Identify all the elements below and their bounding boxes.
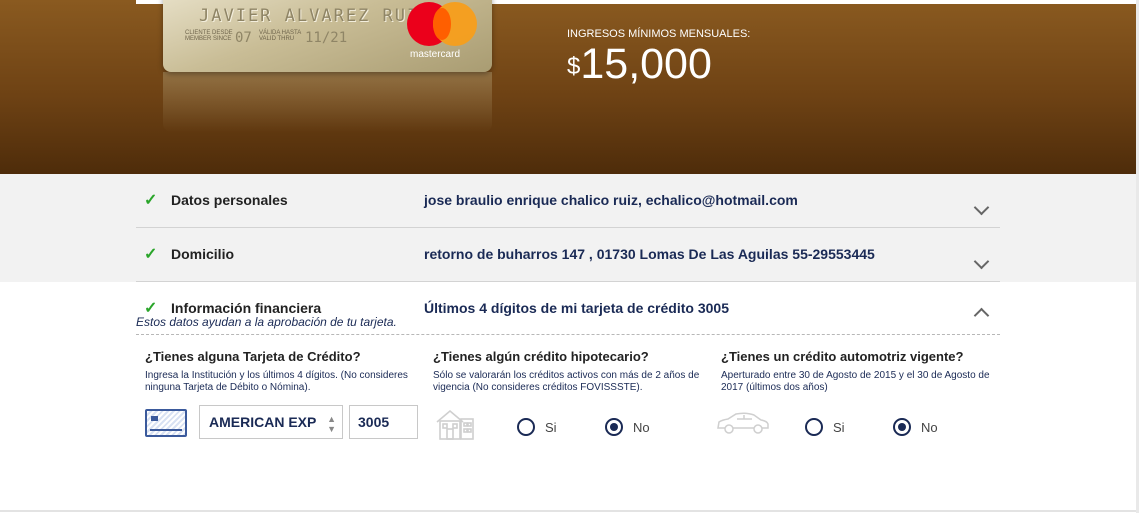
min-income-label: INGRESOS MÍNIMOS MENSUALES: xyxy=(567,28,751,40)
card-valid-thru-label: VÁLIDA HASTA VALID THRU xyxy=(259,30,301,42)
income-currency: $ xyxy=(567,53,581,80)
check-icon: ✓ xyxy=(144,246,158,263)
question-title: ¿Tienes alguna Tarjeta de Crédito? xyxy=(145,349,361,364)
credit-card-image: JAVIER ALVAREZ RUIZ CLIENTE DESDE MEMBER… xyxy=(163,0,492,72)
section-address[interactable]: ✓ Domicilio retorno de buharros 147 , 01… xyxy=(0,228,1139,282)
mortgage-no-label[interactable]: No xyxy=(633,420,650,435)
question-desc: Sólo se valorarán los créditos activos c… xyxy=(433,370,700,393)
card-valid-thru: 11/21 xyxy=(305,30,348,46)
credit-card-question: ¿Tienes alguna Tarjeta de Crédito? Ingre… xyxy=(145,349,415,394)
car-icon xyxy=(717,412,769,434)
section-title: Datos personales xyxy=(171,192,288,208)
question-title: ¿Tienes un crédito automotriz vigente? xyxy=(721,349,964,364)
card-last-digits-input[interactable] xyxy=(349,405,418,439)
section-title: Domicilio xyxy=(171,246,235,262)
check-icon: ✓ xyxy=(144,192,158,209)
question-desc: Ingresa la Institución y los últimos 4 d… xyxy=(145,370,408,393)
chevron-down-icon[interactable] xyxy=(973,253,990,270)
mortgage-question: ¿Tienes algún crédito hipotecario? Sólo … xyxy=(433,349,703,394)
section-title: Información financiera xyxy=(171,300,322,316)
section-address-inner: ✓ Domicilio retorno de buharros 147 , 01… xyxy=(136,228,1000,282)
question-title: ¿Tienes algún crédito hipotecario? xyxy=(433,349,649,364)
section-personal-data[interactable]: ✓ Datos personales jose braulio enrique … xyxy=(0,174,1139,228)
card-reflection xyxy=(163,72,492,132)
card-institution-select[interactable]: AMERICAN EXP ▲ ▼ xyxy=(199,405,343,439)
auto-no-label[interactable]: No xyxy=(921,420,938,435)
mastercard-logo: mastercard xyxy=(407,2,483,62)
card-member-since-label: CLIENTE DESDE MEMBER SINCE xyxy=(185,30,233,42)
mortgage-no-radio[interactable] xyxy=(605,418,623,436)
mortgage-yes-radio[interactable] xyxy=(517,418,535,436)
card-institution-value: AMERICAN EXP xyxy=(209,414,317,430)
section-personal-inner: ✓ Datos personales jose braulio enrique … xyxy=(136,174,1000,228)
section-value: jose braulio enrique chalico ruiz, echal… xyxy=(424,192,798,208)
chevron-down-icon[interactable] xyxy=(973,199,990,216)
section-financial: ✓ Información financiera Últimos 4 dígit… xyxy=(0,282,1139,512)
income-amount: 15,000 xyxy=(580,40,712,88)
auto-loan-question: ¿Tienes un crédito automotriz vigente? A… xyxy=(721,349,991,394)
mastercard-label: mastercard xyxy=(410,49,461,60)
section-value: retorno de buharros 147 , 01730 Lomas De… xyxy=(424,246,875,262)
card-holder-name: JAVIER ALVAREZ RUIZ xyxy=(199,6,432,26)
section-help-text: Estos datos ayudan a la aprobación de tu… xyxy=(136,315,397,329)
auto-yes-label[interactable]: Si xyxy=(833,420,845,435)
hero-banner: JAVIER ALVAREZ RUIZ CLIENTE DESDE MEMBER… xyxy=(0,0,1139,174)
auto-no-radio[interactable] xyxy=(893,418,911,436)
house-icon xyxy=(436,409,474,440)
chevron-up-icon[interactable] xyxy=(973,307,990,324)
card-member-since: 07 xyxy=(235,30,252,46)
section-financial-header[interactable]: ✓ Información financiera Últimos 4 dígit… xyxy=(136,282,1000,335)
min-income: $15,000 xyxy=(567,40,712,89)
credit-card-icon xyxy=(145,409,187,437)
question-desc: Aperturado entre 30 de Agosto de 2015 y … xyxy=(721,370,990,393)
select-arrows-icon: ▲ ▼ xyxy=(327,414,336,434)
mortgage-yes-label[interactable]: Si xyxy=(545,420,557,435)
auto-yes-radio[interactable] xyxy=(805,418,823,436)
section-value: Últimos 4 dígitos de mi tarjeta de crédi… xyxy=(424,300,729,316)
